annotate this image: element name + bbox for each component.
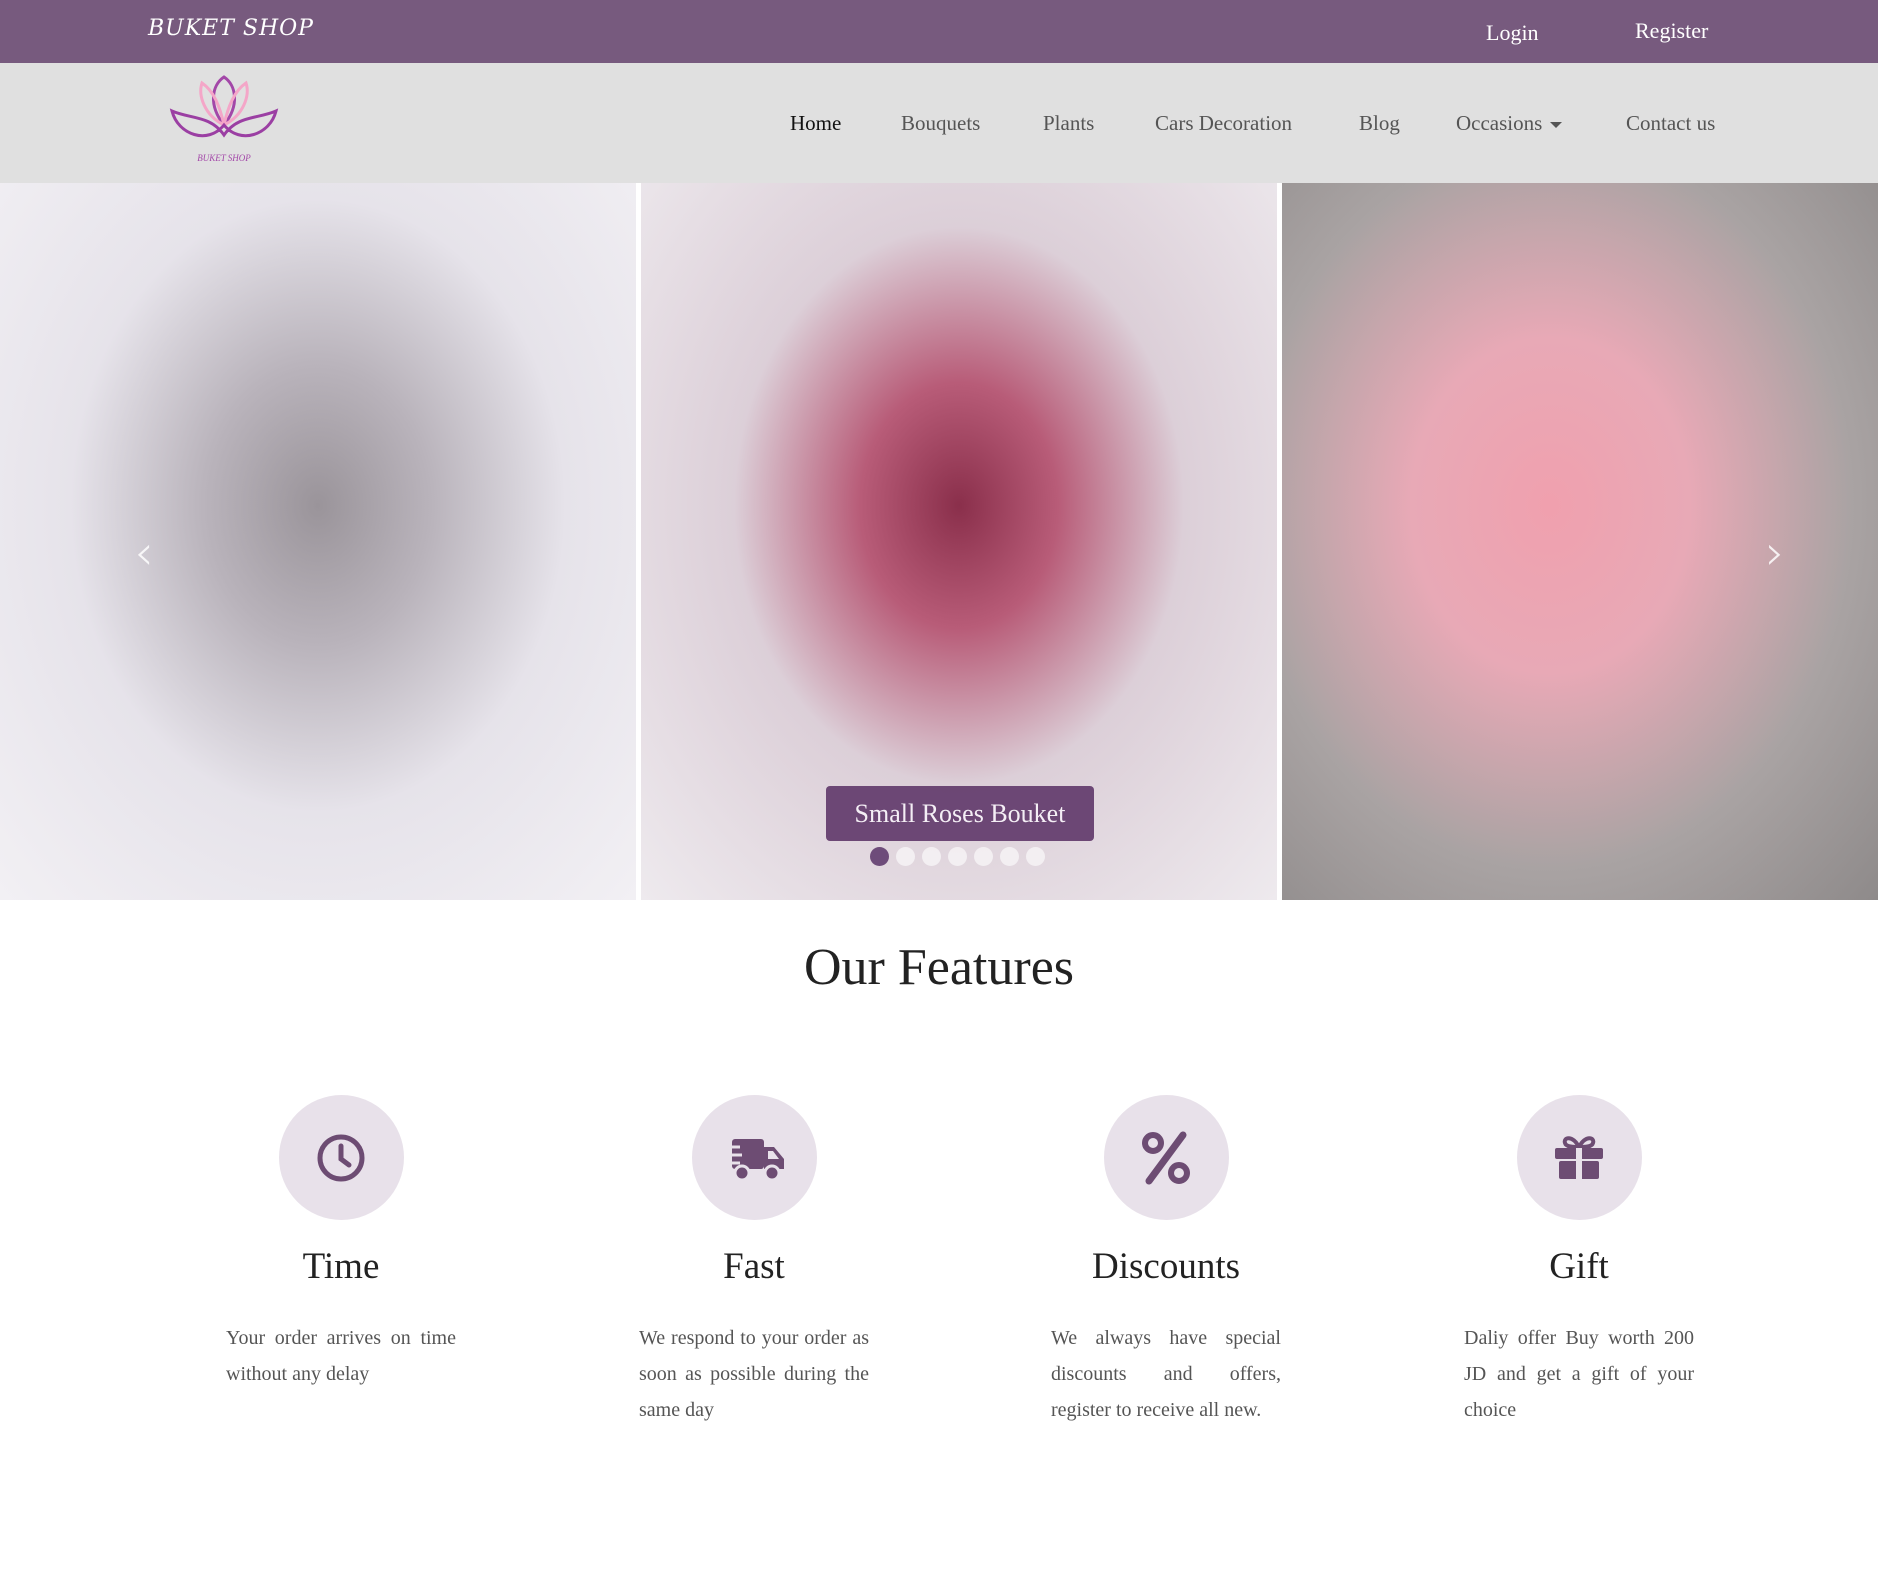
feature-icon-circle — [1103, 1095, 1229, 1220]
carousel-caption: Small Roses Bouket — [826, 786, 1094, 841]
top-bar: BUKET SHOP Login Register — [0, 0, 1878, 63]
nav-blog[interactable]: Blog — [1359, 111, 1400, 136]
feature-title: Fast — [723, 1246, 785, 1287]
feature-icon-circle — [278, 1095, 404, 1220]
carousel-indicator[interactable] — [948, 847, 967, 866]
carousel-indicator[interactable] — [870, 847, 889, 866]
feature-text: Daliy offer Buy worth 200 JD and get a g… — [1464, 1327, 1694, 1421]
carousel-indicator[interactable] — [896, 847, 915, 866]
percent-icon — [1142, 1131, 1190, 1184]
hero-carousel: ‹ › Small Roses Bouket — [0, 183, 1878, 900]
feature-title: Discounts — [1092, 1246, 1240, 1287]
brand-name[interactable]: BUKET SHOP — [148, 16, 314, 41]
carousel-next-button[interactable]: › — [1755, 523, 1795, 583]
feature-fast: Fast We respond to your order as soon as… — [604, 1095, 904, 1428]
nav-contact-us[interactable]: Contact us — [1626, 111, 1715, 136]
carousel-indicator[interactable] — [1000, 847, 1019, 866]
clock-icon — [317, 1134, 365, 1181]
feature-text: Your order arrives on time without any d… — [226, 1327, 456, 1385]
feature-gift: Gift Daliy offer Buy worth 200 JD and ge… — [1429, 1095, 1729, 1428]
carousel-prev-button[interactable]: ‹ — [124, 523, 164, 583]
feature-icon-circle — [1516, 1095, 1642, 1220]
feature-discounts: Discounts We always have special discoun… — [1016, 1095, 1316, 1428]
carousel-indicator[interactable] — [974, 847, 993, 866]
feature-time: Time Your order arrives on time without … — [191, 1095, 491, 1392]
nav-occasions[interactable]: Occasions — [1456, 111, 1563, 136]
login-link[interactable]: Login — [1486, 20, 1539, 46]
register-link[interactable]: Register — [1635, 18, 1708, 44]
caret-down-icon — [1550, 122, 1563, 129]
carousel-indicator[interactable] — [922, 847, 941, 866]
main-navbar: BUKET SHOP Home Bouquets Plants Cars Dec… — [0, 63, 1878, 183]
gift-icon — [1555, 1135, 1603, 1179]
nav-bouquets[interactable]: Bouquets — [901, 111, 980, 136]
feature-title: Time — [302, 1246, 380, 1287]
features-heading: Our Features — [803, 939, 1075, 996]
nav-plants[interactable]: Plants — [1043, 111, 1094, 136]
feature-text: We respond to your order as soon as poss… — [639, 1327, 869, 1421]
feature-title: Gift — [1549, 1246, 1609, 1287]
bouquet-image-grey — [0, 183, 636, 900]
nav-cars-decoration[interactable]: Cars Decoration — [1155, 111, 1292, 136]
carousel-indicators — [870, 847, 1045, 866]
truck-fast-icon — [722, 1138, 784, 1181]
feature-text: We always have special discounts and off… — [1051, 1327, 1281, 1421]
nav-occasions-label: Occasions — [1456, 111, 1543, 135]
logo-text: BUKET SHOP — [197, 153, 251, 163]
feature-icon-circle — [691, 1095, 817, 1220]
carousel-indicator[interactable] — [1026, 847, 1045, 866]
lotus-logo[interactable]: BUKET SHOP — [168, 75, 280, 165]
nav-home[interactable]: Home — [790, 111, 841, 136]
